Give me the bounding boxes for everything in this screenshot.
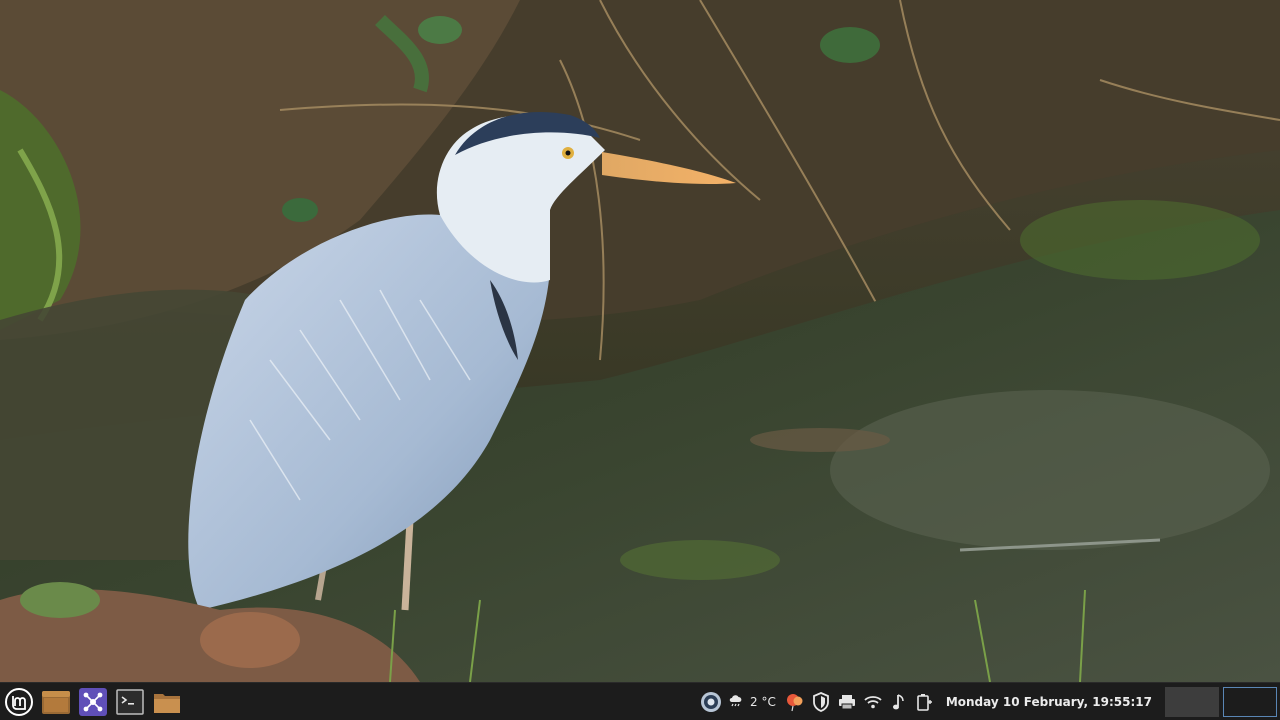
linux-mint-logo-icon: [4, 687, 34, 717]
software-launcher[interactable]: [77, 686, 109, 718]
workspace-2[interactable]: [1223, 686, 1277, 717]
shield-icon[interactable]: [810, 691, 832, 713]
workspace-switcher: [1161, 686, 1277, 717]
battery-plug-icon[interactable]: [914, 691, 936, 713]
notification-balloon-icon[interactable]: [784, 691, 806, 713]
weather-temperature: 2 °C: [750, 694, 776, 709]
software-hub-icon: [79, 687, 107, 716]
bottom-panel: 2 °C Monday 10 February, 19:55:17: [0, 682, 1280, 720]
wifi-icon[interactable]: [862, 691, 884, 713]
folder-launcher[interactable]: [151, 686, 183, 718]
file-manager-icon: [41, 689, 71, 715]
update-manager-icon[interactable]: [700, 691, 722, 713]
file-manager-launcher[interactable]: [40, 686, 72, 718]
folder-icon: [153, 690, 181, 714]
cloud-rain-icon: [728, 693, 750, 710]
terminal-icon: [116, 688, 144, 715]
terminal-launcher[interactable]: [114, 686, 146, 718]
workspace-1[interactable]: [1165, 686, 1219, 717]
clock[interactable]: Monday 10 February, 19:55:17: [946, 695, 1152, 709]
menu-button[interactable]: [3, 686, 35, 718]
printer-icon[interactable]: [836, 691, 858, 713]
system-tray: 2 °C Monday 10 February, 19:55:17: [698, 683, 1280, 720]
heron-wallpaper-image: [0, 0, 1280, 682]
weather-applet[interactable]: 2 °C: [728, 693, 776, 710]
music-note-icon[interactable]: [888, 691, 910, 713]
desktop[interactable]: [0, 0, 1280, 682]
